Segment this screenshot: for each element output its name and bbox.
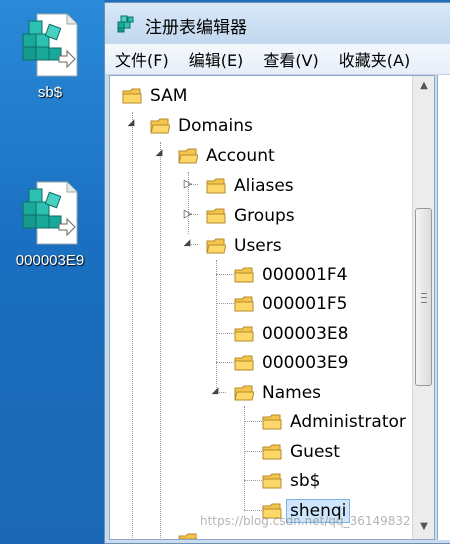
desktop: sb$ 000003E9 <box>0 0 104 544</box>
collapse-arrow-icon[interactable]: ◢ <box>182 238 192 248</box>
tree-node-aliases[interactable]: Aliases <box>206 172 294 200</box>
menu-view[interactable]: 查看(V) <box>253 47 328 71</box>
tree-node-rid[interactable]: 000003E9 <box>234 349 348 377</box>
tree-node-label: 000001F5 <box>262 294 348 314</box>
folder-icon <box>206 207 226 225</box>
folder-open-icon <box>178 147 199 165</box>
tree-node-rid[interactable]: 000003E8 <box>234 320 348 348</box>
collapse-arrow-icon[interactable]: ◢ <box>210 386 220 396</box>
tree-node-rid[interactable]: 000001F5 <box>234 290 348 318</box>
scroll-up-icon[interactable]: ▲ <box>416 80 432 94</box>
folder-icon <box>178 532 198 539</box>
desktop-icon-label: sb$ <box>37 84 63 101</box>
tree-node-label: Guest <box>290 442 340 462</box>
menu-edit[interactable]: 编辑(E) <box>179 47 254 71</box>
watermark: https://blog.csdn.net/qq_36149832 <box>200 514 411 528</box>
folder-icon <box>234 325 254 343</box>
desktop-icon-000003e9[interactable]: 000003E9 <box>0 180 100 269</box>
registry-tree[interactable]: SAM ◢ Domains ◢ Account ▷ Aliases ▷ Grou… <box>109 75 435 540</box>
folder-icon <box>234 354 254 372</box>
menu-bar: 文件(F) 编辑(E) 查看(V) 收藏夹(A) <box>105 44 450 75</box>
values-pane[interactable] <box>437 75 450 540</box>
tree-node-label: Users <box>234 236 282 256</box>
tree-node-name[interactable]: sb$ <box>262 467 320 495</box>
tree-node-label: 000003E9 <box>262 353 349 373</box>
tree-node-partial[interactable] <box>178 527 206 539</box>
tree-node-groups[interactable]: Groups <box>206 202 295 230</box>
tree-node-label: Account <box>206 146 275 166</box>
tree-node-label: Domains <box>178 116 253 136</box>
tree-node-name[interactable]: Guest <box>262 438 340 466</box>
tree-node-domains[interactable]: Domains <box>150 112 253 140</box>
desktop-icon-label: 000003E9 <box>15 252 85 269</box>
registry-editor-window: 注册表编辑器 文件(F) 编辑(E) 查看(V) 收藏夹(A) SAM ◢ Do… <box>104 2 450 544</box>
tree-node-label: Administrator <box>290 412 406 432</box>
tree-node-names[interactable]: Names <box>234 379 321 407</box>
folder-icon <box>234 295 254 313</box>
title-bar[interactable]: 注册表编辑器 <box>105 3 450 43</box>
tree-node-account[interactable]: Account <box>178 142 275 170</box>
scrollbar-thumb[interactable] <box>415 208 432 386</box>
folder-icon <box>122 87 142 105</box>
menu-file[interactable]: 文件(F) <box>105 47 179 71</box>
tree-node-label: Aliases <box>234 176 294 196</box>
tree-node-label: 000001F4 <box>262 265 348 285</box>
tree-node-users[interactable]: Users <box>206 232 282 260</box>
tree-node-name[interactable]: Administrator <box>262 408 406 436</box>
tree-node-label: Names <box>262 383 322 403</box>
tree-node-sam[interactable]: SAM <box>122 82 187 110</box>
folder-icon <box>262 443 282 461</box>
expand-arrow-icon[interactable]: ▷ <box>183 177 193 190</box>
tree-scrollbar[interactable]: ▲ ▼ <box>412 76 434 539</box>
desktop-icon-sb[interactable]: sb$ <box>0 12 100 101</box>
registry-file-icon <box>19 12 81 78</box>
tree-node-rid[interactable]: 000001F4 <box>234 261 348 289</box>
registry-file-icon <box>19 180 81 246</box>
folder-icon <box>234 266 254 284</box>
expand-arrow-icon[interactable]: ▷ <box>183 207 193 220</box>
tree-node-label: Groups <box>234 206 295 226</box>
collapse-arrow-icon[interactable]: ◢ <box>126 118 136 128</box>
folder-open-icon <box>150 117 171 135</box>
scroll-down-icon[interactable]: ▼ <box>416 521 432 535</box>
menu-favorites[interactable]: 收藏夹(A) <box>329 47 420 71</box>
folder-icon <box>262 413 282 431</box>
tree-node-label: 000003E8 <box>262 324 349 344</box>
folder-icon <box>206 177 226 195</box>
folder-icon <box>262 472 282 490</box>
tree-node-label: SAM <box>150 86 188 106</box>
grip-icon <box>421 293 427 303</box>
window-title: 注册表编辑器 <box>145 18 247 38</box>
folder-open-icon <box>234 384 255 402</box>
collapse-arrow-icon[interactable]: ◢ <box>154 148 164 158</box>
tree-node-label: sb$ <box>290 471 321 491</box>
regedit-app-icon <box>117 15 135 33</box>
folder-open-icon <box>206 237 227 255</box>
